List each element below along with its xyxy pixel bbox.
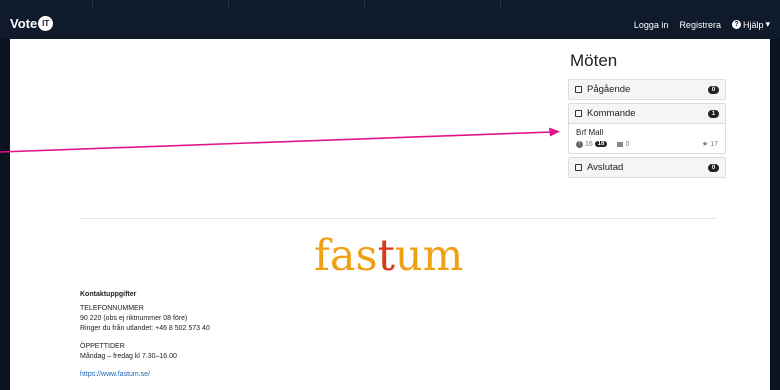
star-icon: ★ — [701, 141, 709, 148]
footer-divider — [80, 218, 716, 219]
concluded-label: Avslutad — [587, 162, 624, 173]
help-menu[interactable]: ? Hjälp ▾ — [731, 19, 770, 30]
meeting-meta: ! 16 16 0 ★ 17 — [576, 140, 718, 148]
contact-heading: Kontaktuppgifter — [80, 291, 137, 298]
collapse-square-icon — [575, 110, 582, 117]
ongoing-toggle[interactable]: Pågående 0 — [569, 80, 725, 99]
help-label: Hjälp — [742, 19, 764, 30]
meeting-item[interactable]: Brf Mall ! 16 16 0 ★ 17 — [569, 123, 725, 153]
phone-heading: TELEFONNUMMER — [80, 305, 144, 312]
tab-divider — [500, 0, 501, 9]
concluded-panel: Avslutad 0 — [568, 157, 726, 178]
logo-badge: IT — [38, 16, 54, 31]
meetings-sidebar: Möten Pågående 0 Kommande 1 Brf Mall ! 1… — [568, 51, 726, 181]
voteit-logo[interactable]: Vote IT — [10, 16, 54, 31]
ongoing-label: Pågående — [587, 84, 631, 95]
stars: ★ 17 — [701, 140, 718, 149]
browser-tab-strip — [0, 0, 780, 9]
speaker-badge: 16 — [594, 141, 608, 147]
navbar: Vote IT Logga in Registrera ? Hjälp ▾ — [0, 9, 780, 39]
phone-block: TELEFONNUMMER 90 220 (obs ej riktnummer … — [80, 304, 210, 334]
meetings-title: Möten — [570, 51, 618, 70]
fastum-logo: fastum — [314, 231, 464, 281]
collapse-square-icon — [575, 86, 582, 93]
question-circle-icon: ? — [731, 20, 741, 29]
logo-text: Vote — [10, 16, 38, 31]
tab-divider — [228, 0, 229, 9]
caret-down-icon: ▾ — [765, 19, 770, 29]
page-content: Möten Pågående 0 Kommande 1 Brf Mall ! 1… — [10, 39, 770, 390]
speaker-count: 16 — [585, 140, 593, 148]
comment-icon — [617, 141, 624, 147]
nav-links: Logga in Registrera ? Hjälp ▾ — [634, 19, 770, 30]
tab-divider — [92, 0, 93, 9]
meeting-name[interactable]: Brf Mall — [576, 128, 718, 137]
register-link[interactable]: Registrera — [679, 20, 721, 30]
contact-info: Kontaktuppgifter TELEFONNUMMER 90 220 (o… — [80, 290, 210, 380]
tab-divider — [364, 0, 365, 9]
upcoming-toggle[interactable]: Kommande 1 — [569, 104, 725, 123]
ongoing-count-badge: 0 — [708, 85, 719, 94]
comment-count: 0 — [625, 140, 630, 148]
upcoming-label: Kommande — [587, 108, 636, 119]
upcoming-panel: Kommande 1 Brf Mall ! 16 16 0 ★ 17 — [568, 103, 726, 154]
phone-line: 90 220 (obs ej riktnummer 08 före) — [80, 315, 188, 322]
hours-line: Måndag – fredag kl 7.30–16.00 — [80, 353, 177, 360]
hours-block: ÖPPETTIDER Måndag – fredag kl 7.30–16.00 — [80, 342, 210, 362]
concluded-count-badge: 0 — [708, 163, 719, 172]
comments: 0 — [617, 141, 629, 148]
phone-abroad-line: Ringer du från utlandet: +46 8 502 573 4… — [80, 325, 210, 332]
upcoming-count-badge: 1 — [708, 109, 719, 118]
hours-heading: ÖPPETTIDER — [80, 343, 125, 350]
star-count: 17 — [710, 140, 718, 148]
website-link[interactable]: https://www.fastum.se/ — [80, 371, 150, 378]
speaker-icon: ! — [576, 140, 583, 148]
login-link[interactable]: Logga in — [634, 20, 669, 30]
concluded-toggle[interactable]: Avslutad 0 — [569, 158, 725, 177]
ongoing-panel: Pågående 0 — [568, 79, 726, 100]
collapse-square-icon — [575, 164, 582, 171]
